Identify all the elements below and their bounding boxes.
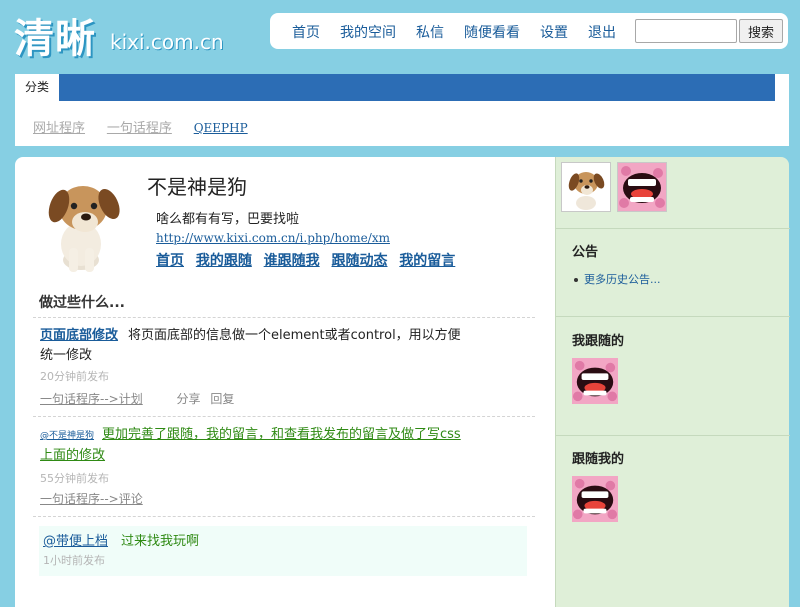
profile-nav: 首页 我的跟随 谁跟随我 跟随动态 我的留言: [156, 250, 463, 270]
feed-item-title-link[interactable]: 页面底部修改: [40, 328, 118, 343]
top-navigation: 首页 我的空间 私信 随便看看 设置 退出 搜索: [270, 13, 788, 49]
feed-item-actions: 一句话程序-->计划 分享 回复: [40, 390, 234, 407]
category-links: 网址程序 一句话程序 QEEPHP: [33, 117, 266, 136]
sidebar-divider: [556, 316, 790, 317]
reply-button[interactable]: 回复: [210, 392, 234, 406]
feed-item-text: 过来找我玩啊: [121, 534, 200, 549]
announcement-link[interactable]: 更多历史公告...: [574, 271, 661, 287]
feed-item-text-block: 页面底部修改 将页面底部的信息做一个element或者control，用以方便统一…: [40, 326, 468, 366]
feed-item-message-link[interactable]: 更加完善了跟随，我的留言，和查看我发布的留言及做了写css上面的修改: [40, 427, 461, 463]
feed-divider: [33, 516, 535, 517]
search-input[interactable]: [635, 19, 737, 43]
category-link-url-program[interactable]: 网址程序: [33, 121, 85, 136]
nav-explore[interactable]: 随便看看: [464, 22, 520, 42]
followers-title: 跟随我的: [572, 452, 625, 467]
profile-nav-following[interactable]: 我的跟随: [196, 253, 252, 269]
announcement-title: 公告: [572, 245, 599, 260]
puppy-avatar-icon[interactable]: [561, 162, 611, 212]
category-link-qeephp[interactable]: QEEPHP: [194, 121, 248, 135]
feed-item-source-link[interactable]: 一句话程序-->计划: [40, 392, 143, 406]
share-button[interactable]: 分享: [177, 392, 201, 406]
search-button[interactable]: 搜索: [739, 19, 783, 43]
follower-avatar-icon[interactable]: [572, 476, 618, 522]
logo-chinese: 清晰: [14, 16, 96, 62]
sidebar-divider: [556, 435, 790, 436]
feed-item: 页面底部修改 将页面底部的信息做一个element或者control，用以方便统一…: [33, 317, 535, 414]
profile-url-link[interactable]: http://www.kixi.com.cn/i.php/home/xm: [156, 231, 390, 245]
following-avatar-icon[interactable]: [572, 358, 618, 404]
sidebar: 公告 更多历史公告... 我跟随的 跟随我的: [555, 157, 790, 607]
feed-item-time: 1小时前发布: [43, 554, 105, 567]
feed-item-text-block: @不是神是狗 更加完善了跟随，我的留言，和查看我发布的留言及做了写css上面的修改: [40, 425, 468, 466]
nav-logout[interactable]: 退出: [588, 22, 616, 42]
feed-section-title: 做过些什么...: [39, 295, 125, 311]
nav-home[interactable]: 首页: [292, 22, 320, 42]
feed-item-source-link[interactable]: 一句话程序-->评论: [40, 492, 143, 506]
category-panel: 分类 网址程序 一句话程序 QEEPHP: [15, 74, 789, 146]
logo-domain: kixi.com.cn: [110, 30, 224, 54]
feed-item-time: 20分钟前发布: [40, 370, 109, 383]
category-strip: [15, 74, 775, 101]
feed-item-actions: 一句话程序-->评论: [40, 490, 143, 507]
site-logo[interactable]: 清晰 kixi.com.cn: [14, 6, 224, 62]
bullet-icon: [574, 278, 578, 282]
category-link-one-liner[interactable]: 一句话程序: [107, 121, 172, 136]
following-title: 我跟随的: [572, 334, 625, 349]
nav-settings[interactable]: 设置: [540, 22, 568, 42]
highlighted-feed-item: @带便上档 过来找我玩啊 1小时前发布: [39, 526, 527, 576]
feed-item-time: 55分钟前发布: [40, 472, 109, 485]
tab-categories[interactable]: 分类: [15, 74, 59, 101]
profile-name: 不是神是狗: [147, 175, 247, 199]
announcement-link-label[interactable]: 更多历史公告...: [584, 273, 661, 286]
feed-item-mention-link[interactable]: @不是神是狗: [40, 431, 94, 441]
feed-item-mention-link[interactable]: @带便上档: [43, 530, 108, 549]
feed-item: @不是神是狗 更加完善了跟随，我的留言，和查看我发布的留言及做了写css上面的修改…: [33, 416, 535, 513]
main-content: 不是神是狗 啥么都有有写，巴要找啦 http://www.kixi.com.cn…: [15, 157, 555, 607]
nav-my-space[interactable]: 我的空间: [340, 22, 396, 42]
sidebar-divider: [556, 228, 790, 229]
profile-bio: 啥么都有有写，巴要找啦: [156, 212, 300, 227]
profile-nav-followers[interactable]: 谁跟随我: [264, 253, 320, 269]
laughing-mouth-avatar-icon[interactable]: [617, 162, 667, 212]
nav-messages[interactable]: 私信: [416, 22, 444, 42]
profile-nav-home[interactable]: 首页: [156, 253, 184, 269]
profile-nav-messages[interactable]: 我的留言: [399, 253, 455, 269]
profile-nav-activity[interactable]: 跟随动态: [331, 253, 387, 269]
profile-avatar[interactable]: [37, 172, 127, 274]
